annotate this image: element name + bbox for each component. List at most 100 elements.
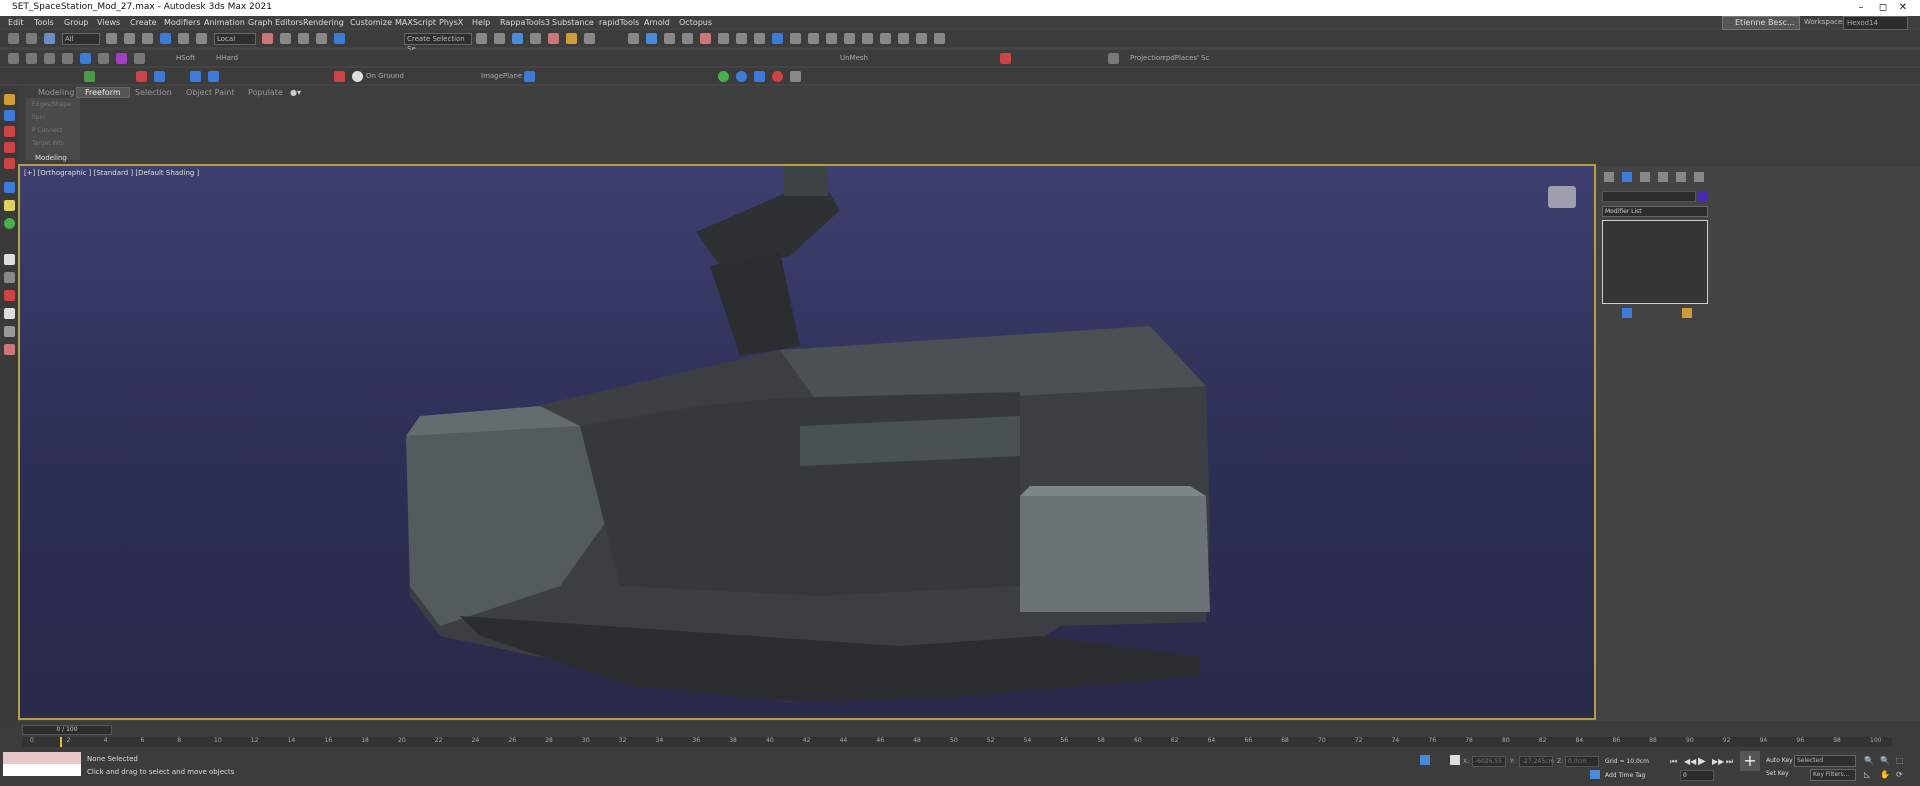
- object-name-field[interactable]: [1602, 191, 1696, 202]
- time-slider[interactable]: 0 / 100: [22, 725, 112, 735]
- maxscript-listener[interactable]: [3, 752, 81, 776]
- red-box-icon[interactable]: [4, 290, 15, 301]
- menu-rappatools3[interactable]: RappaTools3: [500, 18, 550, 27]
- object-color-swatch[interactable]: [1698, 191, 1708, 201]
- set-key-plus-icon[interactable]: +: [1740, 751, 1760, 771]
- go-to-start-icon[interactable]: ⏮: [1670, 757, 1677, 767]
- arnold-render-icon[interactable]: [700, 33, 711, 44]
- display-tab-icon[interactable]: [1676, 172, 1686, 182]
- close-button[interactable]: ✕: [1886, 0, 1920, 16]
- toolbar-extra2-icon[interactable]: [736, 33, 747, 44]
- zoom-extents-icon[interactable]: ⬚: [1896, 756, 1904, 765]
- render-setup-icon[interactable]: [628, 33, 639, 44]
- previous-frame-icon[interactable]: ◀◀: [1684, 757, 1696, 766]
- rendered-frame-icon[interactable]: [646, 33, 657, 44]
- schematic-view-icon[interactable]: [566, 33, 577, 44]
- light-bulb-icon[interactable]: [4, 200, 15, 211]
- menu-views[interactable]: Views: [97, 18, 120, 27]
- menu-arnold[interactable]: Arnold: [644, 18, 670, 27]
- window-crossing-icon[interactable]: [142, 33, 153, 44]
- render-iterative-icon[interactable]: [682, 33, 693, 44]
- create-tab-icon[interactable]: [1604, 172, 1614, 182]
- auto-key-button[interactable]: Auto Key: [1766, 757, 1793, 764]
- y-coord-field[interactable]: -27,245cm: [1519, 756, 1554, 767]
- configure-sets-icon[interactable]: [1682, 308, 1692, 318]
- move-icon[interactable]: [160, 33, 171, 44]
- z-coord-field[interactable]: 0,0cm: [1565, 756, 1599, 767]
- selection-filter-dropdown[interactable]: All: [62, 33, 100, 45]
- hsoft-button[interactable]: HSoft: [176, 54, 195, 62]
- sel-tool6-icon[interactable]: [98, 53, 109, 64]
- toolbar-extra3-icon[interactable]: [754, 33, 765, 44]
- green-tool-icon[interactable]: [84, 71, 95, 82]
- named-selection-dropdown[interactable]: Create Selection Se: [404, 33, 472, 53]
- tool-gray-icon[interactable]: [1108, 53, 1119, 64]
- create-shape-icon[interactable]: [4, 110, 15, 121]
- align-icon[interactable]: [494, 33, 505, 44]
- red-dot-icon[interactable]: [772, 71, 783, 82]
- sel-tool3-icon[interactable]: [44, 53, 55, 64]
- red-tool2-icon[interactable]: [334, 71, 345, 82]
- modifier-list-dropdown[interactable]: Modifier List: [1602, 206, 1708, 217]
- sel-tool8-icon[interactable]: [134, 53, 145, 64]
- keyboard-shortcut-icon[interactable]: [298, 33, 309, 44]
- pivot-icon[interactable]: [262, 33, 273, 44]
- blue-square-icon[interactable]: [754, 71, 765, 82]
- ribbon-panel-label[interactable]: Modeling: [35, 154, 67, 162]
- select-manipulate-icon[interactable]: [280, 33, 291, 44]
- menu-edit[interactable]: Edit: [8, 18, 24, 27]
- set-key-button[interactable]: Set Key: [1766, 770, 1789, 777]
- unmesh-button[interactable]: UnMesh: [840, 54, 868, 62]
- time-tag-icon[interactable]: [1590, 770, 1600, 779]
- x-coord-field[interactable]: -6026,55: [1472, 756, 1506, 767]
- tab-object-paint[interactable]: Object Paint: [186, 88, 234, 97]
- hhard-button[interactable]: HHard: [216, 54, 238, 62]
- redo-icon[interactable]: [26, 33, 37, 44]
- isolate-selection-icon[interactable]: [1420, 755, 1430, 765]
- key-filters-button[interactable]: Key Filters...: [1810, 769, 1856, 781]
- imageplane-button[interactable]: ImagePlane: [481, 72, 522, 80]
- tab-selection[interactable]: Selection: [135, 88, 172, 97]
- toolbar-extra4-icon[interactable]: [772, 33, 783, 44]
- tab-populate[interactable]: Populate: [248, 88, 283, 97]
- create-light-icon[interactable]: [4, 126, 15, 137]
- sel-tool4-icon[interactable]: [62, 53, 73, 64]
- ribbon-options-icon[interactable]: ●▾: [290, 88, 301, 97]
- sel-tool-icon[interactable]: [8, 53, 19, 64]
- key-selection-dropdown[interactable]: Selected: [1794, 755, 1856, 767]
- hierarchy-tab-icon[interactable]: [1640, 172, 1650, 182]
- toolbar-extra5-icon[interactable]: [790, 33, 801, 44]
- tab-freeform[interactable]: Freeform: [76, 87, 130, 98]
- toolbar-extra9-icon[interactable]: [862, 33, 873, 44]
- blue-tool-icon[interactable]: [154, 71, 165, 82]
- imageplane-icon[interactable]: [524, 71, 535, 82]
- motion-tab-icon[interactable]: [1658, 172, 1668, 182]
- viewport[interactable]: [20, 166, 1594, 718]
- modify-tab-icon[interactable]: [1622, 172, 1632, 182]
- modifier-stack[interactable]: [1602, 220, 1708, 304]
- toolbar-extra7-icon[interactable]: [826, 33, 837, 44]
- on-ground-button[interactable]: On Ground: [366, 72, 404, 80]
- green-sphere-icon[interactable]: [4, 218, 15, 229]
- undo-icon[interactable]: [8, 33, 19, 44]
- play-icon[interactable]: ▶: [1698, 756, 1706, 767]
- gray-square-icon[interactable]: [790, 71, 801, 82]
- add-time-tag[interactable]: Add Time Tag: [1605, 772, 1645, 779]
- rotate-icon[interactable]: [178, 33, 189, 44]
- scale-icon[interactable]: [196, 33, 207, 44]
- link-icon[interactable]: [44, 33, 55, 44]
- current-frame-field[interactable]: 0: [1680, 770, 1714, 781]
- zoom-icon[interactable]: 🔍: [1864, 756, 1874, 765]
- cylinder-icon[interactable]: [4, 272, 15, 283]
- plus-icon[interactable]: [4, 308, 15, 319]
- green-dot-icon[interactable]: [718, 71, 729, 82]
- toolbar-extra13-icon[interactable]: [934, 33, 945, 44]
- reference-coord-dropdown[interactable]: Local: [214, 33, 256, 45]
- orbit-icon[interactable]: ⟳: [1896, 770, 1903, 779]
- menu-graph-editors[interactable]: Graph Editors: [248, 18, 303, 27]
- menu-create[interactable]: Create: [130, 18, 157, 27]
- pan-icon[interactable]: ✋: [1880, 770, 1890, 779]
- tab-modeling[interactable]: Modeling: [38, 88, 74, 97]
- angle-snap-icon[interactable]: [334, 33, 345, 44]
- close-x-icon[interactable]: [4, 182, 15, 193]
